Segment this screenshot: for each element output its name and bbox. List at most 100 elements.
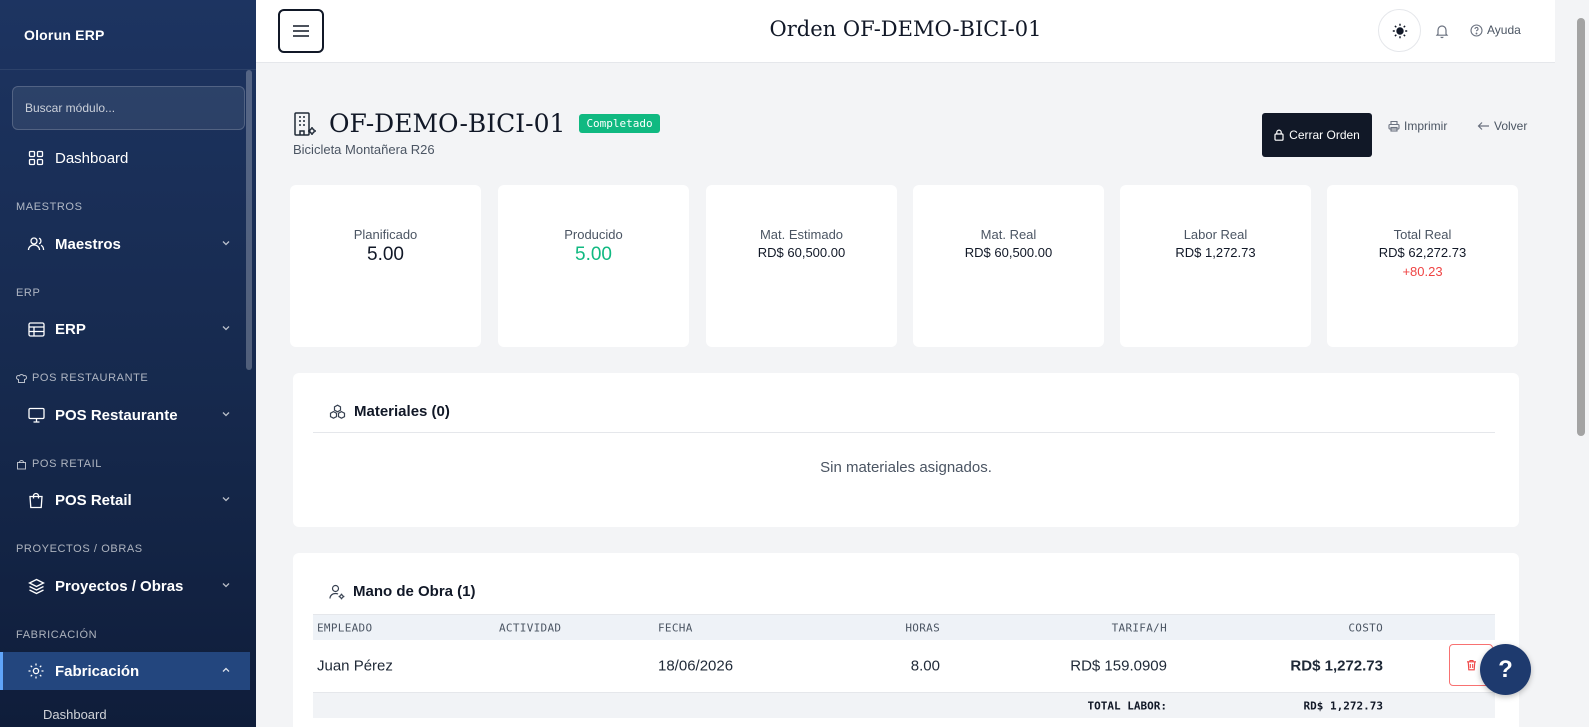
section-erp: ERP (16, 287, 41, 299)
gear-icon (27, 662, 45, 680)
building-gear-icon (294, 111, 316, 136)
status-badge: Completado (579, 114, 660, 133)
divider (313, 432, 1495, 433)
stat-card-produced: Producido 5.00 (498, 185, 689, 347)
stat-card-labor-real: Labor Real RD$ 1,272.73 (1120, 185, 1311, 347)
sidebar-item-dashboard[interactable]: Dashboard (0, 139, 250, 177)
theme-toggle-button[interactable] (1378, 9, 1421, 52)
chef-hat-icon (16, 373, 27, 383)
chevron-down-icon (222, 583, 230, 588)
page-title: Orden OF-DEMO-BICI-01 (769, 17, 1042, 41)
users-icon (27, 235, 45, 253)
page-scrollbar-thumb[interactable] (1577, 18, 1585, 436)
column-header-date: FECHA (658, 621, 693, 634)
labor-table-header: EMPLEADO ACTIVIDAD FECHA HORAS TARIFA/H … (313, 614, 1495, 640)
bell-icon[interactable] (1434, 23, 1450, 39)
stat-label: Producido (564, 227, 623, 242)
close-order-button[interactable]: Cerrar Orden (1262, 113, 1372, 157)
section-pos-retail: POS RETAIL (16, 458, 102, 470)
column-header-hours: HORAS (905, 621, 940, 634)
stat-delta: +80.23 (1402, 264, 1443, 279)
stat-card-total-real: Total Real RD$ 62,272.73 +80.23 (1327, 185, 1518, 347)
sidebar-item-label: Fabricación (55, 662, 140, 680)
chevron-down-icon (222, 412, 230, 417)
stat-card-mat-estimated: Mat. Estimado RD$ 60,500.00 (706, 185, 897, 347)
sidebar-item-pos-retail[interactable]: POS Retail (0, 481, 250, 519)
product-name: Bicicleta Montañera R26 (293, 142, 435, 157)
sidebar-item-proyectos[interactable]: Proyectos / Obras (0, 567, 250, 605)
sidebar-item-fabricacion[interactable]: Fabricación (0, 652, 250, 690)
chevron-up-icon (222, 667, 230, 672)
section-pos-restaurante: POS RESTAURANTE (16, 372, 148, 384)
materials-card: Materiales (0) Sin materiales asignados. (293, 373, 1519, 527)
sidebar-item-label: POS Retail (55, 491, 132, 509)
back-link[interactable]: Volver (1477, 119, 1527, 133)
arrow-left-icon (1477, 122, 1489, 130)
card-title-label: Mano de Obra (1) (353, 583, 476, 600)
stat-card-mat-real: Mat. Real RD$ 60,500.00 (913, 185, 1104, 347)
sidebar-item-label: POS Restaurante (55, 406, 178, 424)
column-header-cost: COSTO (1348, 621, 1383, 634)
layers-icon (27, 577, 45, 595)
back-label: Volver (1494, 119, 1528, 133)
module-search-input[interactable]: Buscar módulo... (12, 86, 245, 130)
lock-icon (1274, 129, 1284, 141)
section-proyectos: PROYECTOS / OBRAS (16, 543, 143, 555)
cell-employee: Juan Pérez (317, 657, 393, 675)
column-header-employee: EMPLEADO (317, 621, 373, 634)
stat-value: RD$ 60,500.00 (964, 245, 1053, 260)
labor-card: Mano de Obra (1) EMPLEADO ACTIVIDAD FECH… (293, 553, 1519, 727)
empty-materials-message: Sin materiales asignados. (820, 459, 992, 476)
section-label: POS RETAIL (32, 458, 102, 470)
labor-title: Mano de Obra (1) (329, 583, 476, 600)
sidebar-item-pos-restaurante[interactable]: POS Restaurante (0, 396, 250, 434)
sidebar-scrollbar[interactable] (246, 70, 252, 370)
main-content: OF-DEMO-BICI-01 Completado Bicicleta Mon… (256, 63, 1555, 727)
stat-value: RD$ 60,500.00 (757, 245, 846, 260)
print-label: Imprimir (1404, 119, 1448, 133)
stat-label: Labor Real (1183, 227, 1248, 242)
sun-icon (1392, 23, 1407, 38)
card-title-label: Materiales (0) (354, 403, 450, 420)
table-row: Juan Pérez 18/06/2026 8.00 RD$ 159.0909 … (313, 640, 1495, 692)
chevron-down-icon (222, 497, 230, 502)
sidebar: Olorun ERP Buscar módulo... Dashboard MA… (0, 0, 256, 727)
sidebar-subitem-dashboard[interactable]: Dashboard (43, 707, 107, 722)
sidebar-item-label: ERP (55, 320, 86, 338)
chevron-down-icon (222, 241, 230, 246)
section-label: POS RESTAURANTE (32, 372, 149, 384)
monitor-icon (27, 406, 45, 424)
order-header: OF-DEMO-BICI-01 Completado (293, 109, 660, 138)
labor-total-row: TOTAL LABOR: RD$ 1,272.73 (313, 692, 1495, 718)
app-root: Olorun ERP Buscar módulo... Dashboard MA… (0, 0, 1589, 727)
sidebar-item-maestros[interactable]: Maestros (0, 225, 250, 263)
sidebar-item-label: Proyectos / Obras (55, 577, 184, 595)
topbar: Orden OF-DEMO-BICI-01 Ayuda (256, 0, 1555, 63)
print-link[interactable]: Imprimir (1388, 119, 1447, 133)
stat-value: 5.00 (575, 244, 612, 265)
section-maestros: MAESTROS (16, 201, 83, 213)
table-icon (27, 320, 45, 338)
chevron-down-icon (222, 326, 230, 331)
help-link[interactable]: Ayuda (1470, 23, 1521, 37)
trash-icon (1466, 659, 1476, 671)
stat-card-planned: Planificado 5.00 (290, 185, 481, 347)
help-fab-button[interactable]: ? (1480, 644, 1531, 695)
stat-label: Mat. Real (980, 227, 1037, 242)
grid-icon (27, 149, 45, 167)
sidebar-item-erp[interactable]: ERP (0, 310, 250, 348)
user-cog-icon (329, 584, 345, 599)
cell-hours: 8.00 (910, 657, 940, 675)
stat-label: Planificado (353, 227, 418, 242)
sidebar-item-label: Maestros (55, 235, 121, 253)
shopping-bag-icon (27, 491, 45, 509)
cell-date: 18/06/2026 (658, 657, 734, 675)
stat-label: Mat. Estimado (759, 227, 844, 242)
total-labor-value: RD$ 1,272.73 (1303, 699, 1383, 712)
total-labor-label: TOTAL LABOR: (1087, 699, 1167, 712)
sidebar-subitem-label: Dashboard (43, 707, 107, 722)
brand-name: Olorun ERP (0, 0, 256, 70)
column-header-rate: TARIFA/H (1111, 621, 1167, 634)
cell-rate: RD$ 159.0909 (1070, 657, 1167, 675)
printer-icon (1388, 120, 1400, 132)
